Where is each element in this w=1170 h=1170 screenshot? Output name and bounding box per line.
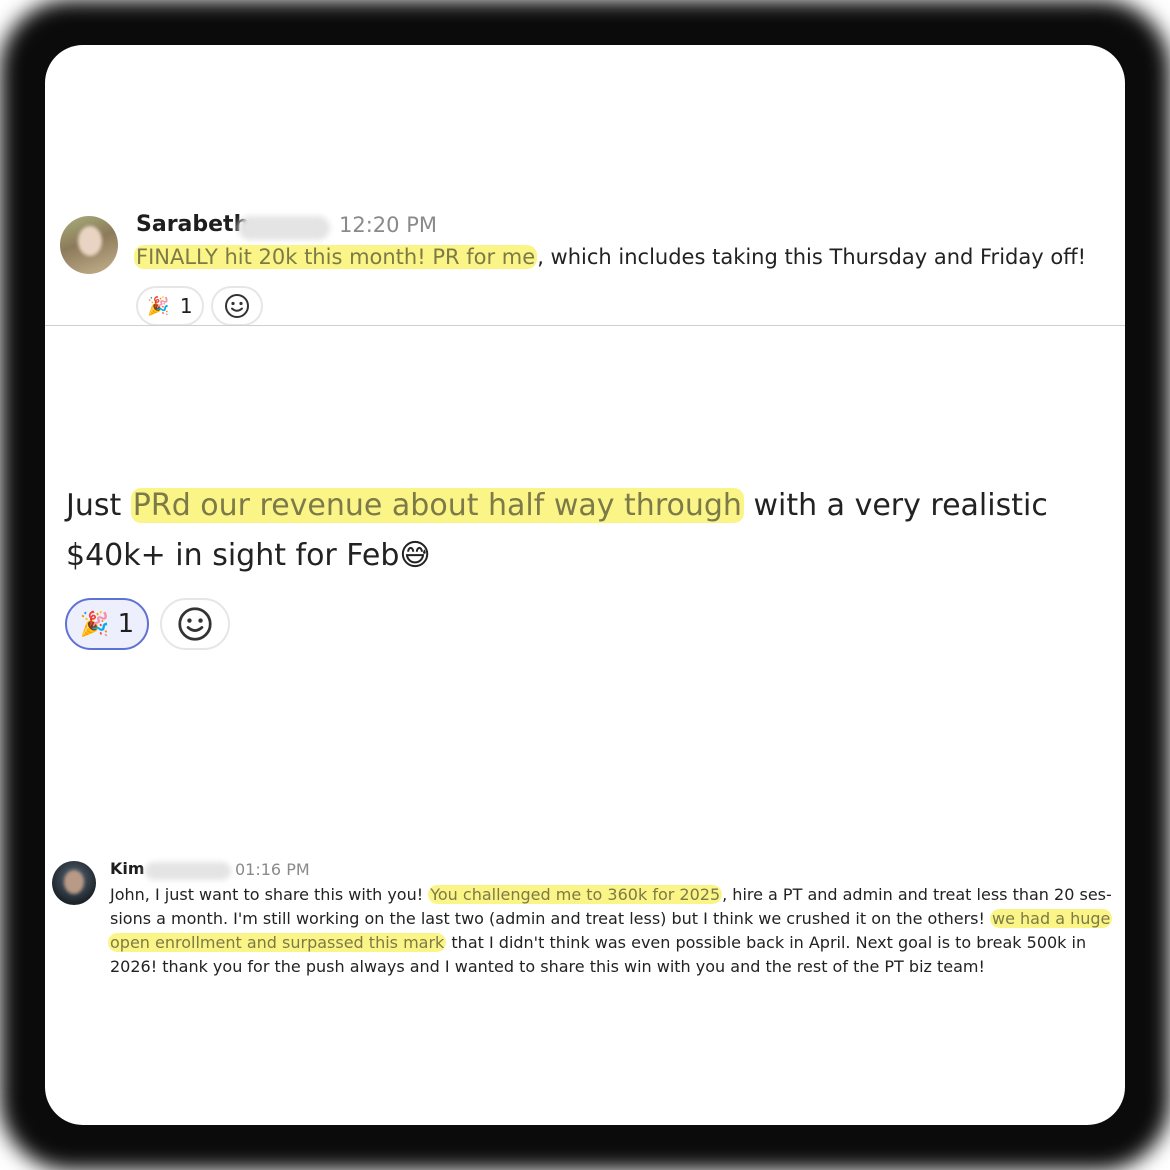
timestamp: 01:16 PM: [235, 860, 310, 879]
add-reaction-button[interactable]: [211, 286, 263, 326]
party-popper-icon: 🎉: [147, 295, 170, 317]
message-suffix: with a very realistic: [743, 488, 1048, 523]
message-line-3: open enrollment and surpassed this mark …: [108, 933, 1086, 952]
message-prefix: John, I just want to share this with you…: [110, 885, 429, 904]
reaction-party-button[interactable]: 🎉 1: [136, 286, 204, 326]
post-divider: [45, 325, 1125, 326]
message-suffix: that I didn't think was even possible ba…: [446, 933, 1087, 952]
reaction-party-button[interactable]: 🎉 1: [65, 598, 149, 650]
message-text: 2026! thank you for the push always and …: [110, 957, 985, 976]
smiley-icon: [225, 294, 249, 318]
avatar-kim[interactable]: [52, 861, 96, 905]
message-prefix: sions a month. I'm still working on the …: [110, 909, 991, 928]
message-text: $40k+ in sight for Feb: [66, 538, 400, 573]
reaction-count: 1: [117, 609, 135, 639]
highlighted-text: we had a huge: [990, 909, 1113, 928]
message-line-2: $40k+ in sight for Feb😅: [66, 538, 431, 573]
avatar-face-blurred: [64, 870, 84, 894]
message-prefix: Just: [66, 488, 131, 523]
highlighted-text: open enrollment and surpassed this mark: [108, 933, 447, 952]
avatar-face-blurred: [78, 226, 102, 256]
highlighted-text: PRd our revenue about half way through: [130, 488, 744, 523]
redacted-last-name: [145, 862, 231, 880]
message-line-1: John, I just want to share this with you…: [110, 885, 1112, 904]
timestamp: 12:20 PM: [339, 213, 437, 237]
message-line-1: Just PRd our revenue about half way thro…: [66, 488, 1048, 523]
highlighted-text: FINALLY hit 20k this month! PR for me: [134, 245, 538, 269]
add-reaction-button[interactable]: [160, 598, 230, 650]
avatar-sarabeth[interactable]: [60, 216, 118, 274]
smiley-icon: [178, 607, 212, 641]
grinning-sweat-emoji: 😅: [399, 538, 431, 573]
message-line-4: 2026! thank you for the push always and …: [110, 957, 985, 976]
party-popper-icon: 🎉: [79, 610, 110, 638]
posts-card: Sarabeth 12:20 PM FINALLY hit 20k this m…: [45, 45, 1125, 1125]
author-name[interactable]: Sarabeth: [136, 212, 249, 237]
redacted-last-name: [238, 216, 330, 240]
message-line-2: sions a month. I'm still working on the …: [110, 909, 1113, 928]
message-suffix: , hire a PT and admin and treat less tha…: [722, 885, 1112, 904]
highlighted-text: You challenged me to 360k for 2025: [428, 885, 723, 904]
reaction-count: 1: [179, 294, 193, 318]
author-name[interactable]: Kim: [110, 859, 145, 878]
message-rest: , which includes taking this Thursday an…: [537, 245, 1087, 269]
message-text: FINALLY hit 20k this month! PR for me, w…: [134, 245, 1086, 269]
